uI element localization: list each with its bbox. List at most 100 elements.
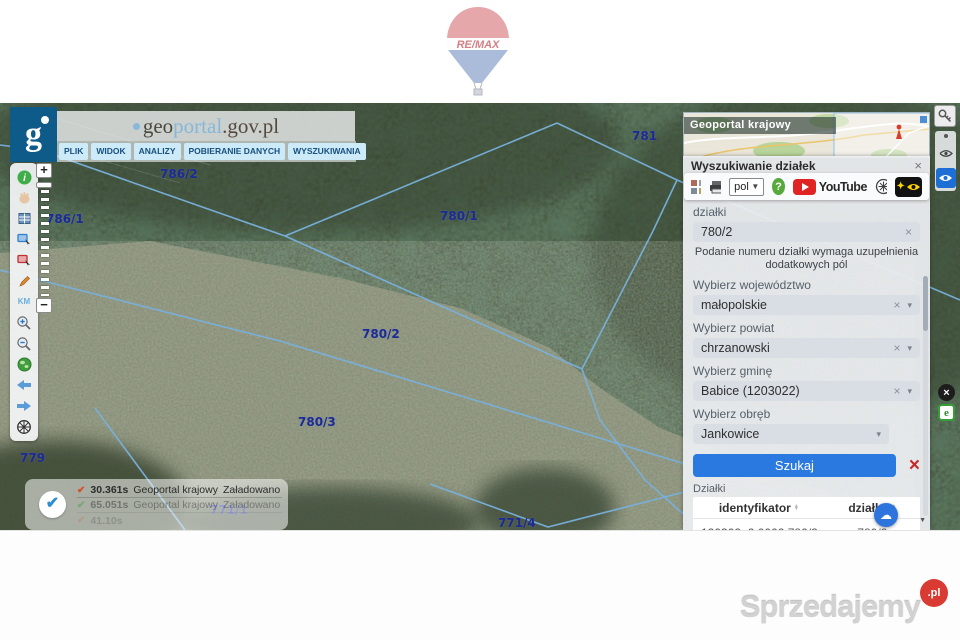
clear-select-icon[interactable]: × (887, 298, 900, 312)
contrast-eye-icon (906, 182, 921, 192)
zoom-slider-handle[interactable] (36, 182, 52, 188)
scroll-down-icon[interactable]: ▼ (919, 517, 926, 524)
site-title: geoportal.gov.pl (57, 111, 355, 141)
measure-km-icon[interactable]: KM (15, 293, 33, 311)
row-check-icon: ✔ (77, 485, 85, 496)
chevron-down-icon[interactable]: ▾ (900, 300, 912, 311)
zoom-slider-track[interactable] (41, 190, 49, 296)
status-row: ✔ 30.361s Geoportal krajowy Załadowano (77, 483, 282, 498)
login-key-button[interactable] (934, 105, 956, 127)
forward-arrow-icon[interactable] (15, 397, 33, 415)
loading-status-panel: ✔ ✔ 30.361s Geoportal krajowy Załadowano… (25, 479, 288, 530)
settings-gear-icon[interactable] (875, 178, 888, 195)
geoportal-logo[interactable]: g (10, 107, 57, 162)
status-rows: ✔ 30.361s Geoportal krajowy Załadowano ✔… (77, 483, 282, 528)
logo-letter: g (25, 118, 42, 152)
map-viewport[interactable]: 786/2786/1780/1781780/2780/3779771/1771/… (0, 103, 960, 530)
mosaic-icon[interactable] (691, 180, 701, 194)
row-check-icon: ✔ (77, 500, 85, 511)
watermark-pl-badge: .pl (920, 579, 948, 607)
menu-tab[interactable]: PLIK (59, 143, 88, 160)
load-time: 30.361s (90, 484, 128, 496)
globe-dot-icon (133, 123, 140, 130)
parcel-label: 771/4 (498, 516, 536, 530)
clear-input-icon[interactable]: × (899, 225, 912, 239)
top-strip: RE/MAX (0, 0, 960, 103)
minimap-title: Geoportal krajowy (684, 117, 836, 134)
print-icon[interactable] (709, 180, 721, 194)
parcel-label: 781 (632, 129, 657, 143)
precinct-value: Jankowice (701, 427, 869, 441)
youtube-button[interactable]: YouTube (793, 179, 867, 195)
hand-pan-icon[interactable] (15, 189, 33, 207)
chevron-down-icon[interactable]: ▾ (869, 429, 881, 440)
panel-close-icon[interactable]: × (914, 158, 922, 173)
zoom-out-icon[interactable] (15, 335, 33, 353)
county-select[interactable]: chrzanowski × ▾ (693, 338, 920, 358)
overview-minimap[interactable]: Geoportal krajowy (683, 112, 930, 158)
zoom-in-button[interactable]: + (36, 163, 52, 178)
menu-tab[interactable]: POBIERANIE DANYCH (184, 143, 286, 160)
language-select[interactable]: pol ▼ (729, 178, 764, 196)
layer-name: Geoportal krajowy (133, 484, 218, 496)
load-time: 41.10s (90, 515, 122, 527)
youtube-play-icon (793, 179, 816, 195)
panel-toolbar: pol ▼ ? YouTube ✦ (684, 173, 929, 200)
select-area-red-icon[interactable] (15, 251, 33, 269)
layers-grid-icon[interactable] (15, 210, 33, 228)
active-eye-button[interactable] (936, 168, 956, 188)
parcel-label: 779 (20, 451, 45, 465)
map-toolbar: i KM (10, 163, 38, 441)
language-value: pol (734, 181, 749, 193)
clear-select-icon[interactable]: × (887, 384, 900, 398)
menu-tab[interactable]: WYSZUKIWANIA (288, 143, 366, 160)
voivodeship-select[interactable]: małopolskie × ▾ (693, 295, 920, 315)
eye-outline-icon[interactable] (939, 149, 953, 158)
zoom-in-icon[interactable] (15, 314, 33, 332)
youtube-label: YouTube (819, 180, 867, 194)
parcel-label: 780/1 (440, 209, 478, 223)
globe-extent-icon[interactable] (15, 355, 33, 373)
search-button[interactable]: Szukaj (693, 454, 896, 477)
cancel-search-icon[interactable]: × (909, 456, 920, 475)
menu-tab[interactable]: WIDOK (91, 143, 130, 160)
screenshot-frame: RE/MAX (0, 0, 960, 640)
zoom-out-button[interactable]: − (36, 298, 52, 313)
plot-number-input[interactable]: 780/2 × (693, 222, 920, 242)
county-label: Wybierz powiat (693, 321, 920, 335)
zoom-slider[interactable]: + − (36, 163, 53, 313)
plot-number-value: 780/2 (701, 225, 899, 239)
results-label: Działki (693, 483, 920, 495)
panel-scrollbar[interactable] (923, 276, 928, 516)
precinct-label: Wybierz obręb (693, 407, 920, 421)
draw-pencil-icon[interactable] (15, 272, 33, 290)
parcel-label: 786/2 (160, 167, 198, 181)
dot-icon[interactable] (944, 134, 948, 138)
balloon-text: RE/MAX (457, 39, 500, 51)
close-layer-button[interactable]: × (938, 384, 955, 401)
menu-tab[interactable]: ANALIZY (134, 143, 181, 160)
compass-wheel-icon[interactable] (15, 418, 33, 436)
select-area-blue-icon[interactable] (15, 230, 33, 248)
e-service-badge[interactable]: e (938, 404, 955, 421)
precinct-select[interactable]: Jankowice ▾ (693, 424, 889, 444)
remax-balloon-logo: RE/MAX (442, 5, 514, 97)
contrast-plus-icon: ✦ (897, 181, 905, 192)
help-icon[interactable]: ? (772, 178, 785, 195)
column-identyfikator[interactable]: identyfikator ▲ ▼ (693, 501, 825, 515)
voivodeship-label: Wybierz województwo (693, 278, 920, 292)
chevron-down-icon[interactable]: ▾ (900, 343, 912, 354)
clear-select-icon[interactable]: × (887, 341, 900, 355)
column-dzialka[interactable]: działka ▲ ▼ (825, 501, 920, 515)
commune-value: Babice (1203022) (701, 384, 887, 398)
info-icon[interactable]: i (15, 168, 33, 186)
plot-hint-text: Podanie numeru działki wymaga uzupełnien… (693, 246, 920, 272)
back-arrow-icon[interactable] (15, 376, 33, 394)
zoom-to-parcel-button[interactable]: ☁ (874, 503, 898, 527)
row-check-icon: ✔ (77, 515, 85, 526)
load-status: Załadowano (223, 484, 280, 496)
title-suffix: .gov.pl (222, 114, 279, 139)
accessibility-toggle[interactable]: ✦ (895, 177, 922, 197)
chevron-down-icon[interactable]: ▾ (900, 386, 912, 397)
commune-select[interactable]: Babice (1203022) × ▾ (693, 381, 920, 401)
